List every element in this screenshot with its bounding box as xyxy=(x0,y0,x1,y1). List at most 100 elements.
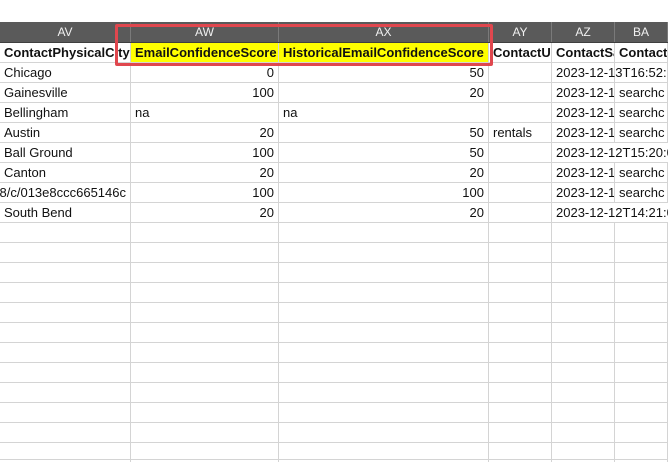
table-cell[interactable]: 20 xyxy=(131,123,279,142)
empty-cell[interactable] xyxy=(489,443,552,462)
empty-cell[interactable] xyxy=(489,303,552,322)
table-cell[interactable]: 2023-12-12T14:21:0 xyxy=(552,203,668,222)
empty-cell[interactable] xyxy=(489,323,552,342)
empty-cell[interactable] xyxy=(489,383,552,402)
empty-cell[interactable] xyxy=(615,383,668,402)
empty-cell[interactable] xyxy=(552,263,615,282)
table-cell[interactable] xyxy=(489,203,552,222)
empty-cell[interactable] xyxy=(131,223,279,242)
table-cell[interactable]: 20 xyxy=(131,203,279,222)
empty-cell[interactable] xyxy=(615,423,668,442)
table-cell[interactable]: searchc xyxy=(615,163,668,182)
column-header-aw[interactable]: AW xyxy=(131,22,279,42)
table-cell[interactable] xyxy=(489,183,552,202)
empty-cell[interactable] xyxy=(279,363,489,382)
table-cell[interactable]: Austin xyxy=(0,123,131,142)
empty-cell[interactable] xyxy=(0,283,131,302)
column-header-az[interactable]: AZ xyxy=(552,22,615,42)
table-cell[interactable]: 2023-12-1 xyxy=(552,163,615,182)
empty-cell[interactable] xyxy=(131,263,279,282)
table-cell[interactable]: Bellingham xyxy=(0,103,131,122)
table-cell[interactable] xyxy=(615,63,668,82)
empty-cell[interactable] xyxy=(615,243,668,262)
table-cell[interactable]: na xyxy=(131,103,279,122)
empty-cell[interactable] xyxy=(489,223,552,242)
empty-cell[interactable] xyxy=(0,323,131,342)
empty-cell[interactable] xyxy=(131,363,279,382)
empty-cell[interactable] xyxy=(131,443,279,462)
table-cell[interactable] xyxy=(489,103,552,122)
table-cell[interactable]: 2023-12-13T16:52:0 xyxy=(552,63,668,82)
empty-cell[interactable] xyxy=(552,423,615,442)
table-cell[interactable]: 2023-12-1 xyxy=(552,123,615,142)
table-cell[interactable]: South Bend xyxy=(0,203,131,222)
empty-cell[interactable] xyxy=(131,423,279,442)
empty-cell[interactable] xyxy=(279,283,489,302)
table-cell[interactable]: Gainesville xyxy=(0,83,131,102)
table-cell[interactable]: e/8/c/013e8ccc665146c xyxy=(0,183,131,202)
empty-cell[interactable] xyxy=(0,263,131,282)
table-cell[interactable]: 2023-12-12T15:20:0 xyxy=(552,143,668,162)
empty-cell[interactable] xyxy=(131,403,279,422)
table-cell[interactable]: 100 xyxy=(131,143,279,162)
empty-cell[interactable] xyxy=(0,243,131,262)
empty-cell[interactable] xyxy=(615,403,668,422)
table-cell[interactable]: Canton xyxy=(0,163,131,182)
empty-cell[interactable] xyxy=(279,323,489,342)
header-cell[interactable]: ContactUs xyxy=(489,43,552,62)
empty-cell[interactable] xyxy=(279,263,489,282)
table-cell[interactable] xyxy=(489,163,552,182)
table-cell[interactable]: 100 xyxy=(279,183,489,202)
table-cell[interactable]: 20 xyxy=(131,163,279,182)
empty-cell[interactable] xyxy=(279,303,489,322)
empty-cell[interactable] xyxy=(615,343,668,362)
empty-cell[interactable] xyxy=(131,343,279,362)
table-cell[interactable]: searchc xyxy=(615,83,668,102)
empty-cell[interactable] xyxy=(0,383,131,402)
empty-cell[interactable] xyxy=(552,383,615,402)
empty-cell[interactable] xyxy=(279,243,489,262)
empty-cell[interactable] xyxy=(279,443,489,462)
empty-cell[interactable] xyxy=(552,243,615,262)
table-cell[interactable]: Ball Ground xyxy=(0,143,131,162)
header-cell[interactable]: ContactS xyxy=(615,43,668,62)
table-cell[interactable]: 20 xyxy=(279,203,489,222)
table-cell[interactable]: 2023-12-1 xyxy=(552,103,615,122)
table-cell[interactable]: 50 xyxy=(279,63,489,82)
table-cell[interactable]: 20 xyxy=(279,83,489,102)
header-cell-highlighted[interactable]: HistoricalEmailConfidenceScore xyxy=(279,43,489,62)
empty-cell[interactable] xyxy=(615,303,668,322)
empty-cell[interactable] xyxy=(552,283,615,302)
empty-cell[interactable] xyxy=(279,423,489,442)
empty-cell[interactable] xyxy=(279,343,489,362)
empty-cell[interactable] xyxy=(489,283,552,302)
empty-cell[interactable] xyxy=(0,223,131,242)
empty-cell[interactable] xyxy=(279,383,489,402)
table-cell[interactable]: 100 xyxy=(131,83,279,102)
table-cell[interactable]: 0 xyxy=(131,63,279,82)
empty-cell[interactable] xyxy=(131,243,279,262)
empty-cell[interactable] xyxy=(615,283,668,302)
table-cell[interactable]: na xyxy=(279,103,489,122)
empty-cell[interactable] xyxy=(615,223,668,242)
empty-cell[interactable] xyxy=(489,263,552,282)
empty-cell[interactable] xyxy=(489,243,552,262)
empty-cell[interactable] xyxy=(552,403,615,422)
empty-cell[interactable] xyxy=(131,323,279,342)
empty-cell[interactable] xyxy=(0,303,131,322)
table-cell[interactable]: 50 xyxy=(279,123,489,142)
column-header-ba[interactable]: BA xyxy=(615,22,668,42)
empty-cell[interactable] xyxy=(615,263,668,282)
empty-cell[interactable] xyxy=(0,403,131,422)
empty-cell[interactable] xyxy=(0,443,131,462)
table-cell[interactable]: 100 xyxy=(131,183,279,202)
empty-cell[interactable] xyxy=(552,323,615,342)
empty-cell[interactable] xyxy=(131,303,279,322)
empty-cell[interactable] xyxy=(552,343,615,362)
empty-cell[interactable] xyxy=(552,223,615,242)
column-header-ay[interactable]: AY xyxy=(489,22,552,42)
empty-cell[interactable] xyxy=(279,223,489,242)
empty-cell[interactable] xyxy=(489,363,552,382)
empty-cell[interactable] xyxy=(489,403,552,422)
table-cell[interactable] xyxy=(489,143,552,162)
